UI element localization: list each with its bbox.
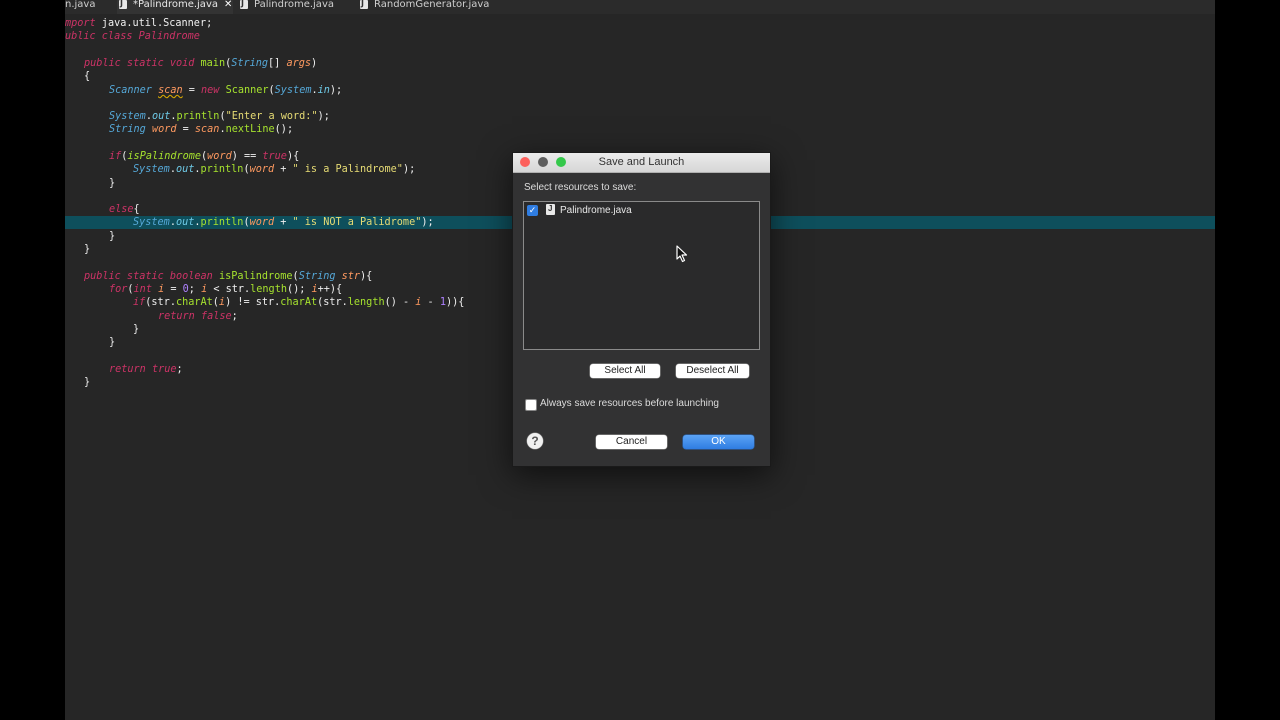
code-line: ublic class Palindrome — [65, 31, 200, 42]
help-icon[interactable]: ? — [527, 433, 543, 449]
select-all-button[interactable]: Select All — [590, 364, 660, 378]
mouse-pointer-icon — [676, 245, 688, 263]
java-file-icon — [240, 0, 248, 9]
close-icon[interactable]: ✕ — [224, 0, 232, 10]
tab-label: Palindrome.java — [254, 0, 334, 10]
resource-checkbox[interactable]: ✓ — [527, 205, 538, 216]
resource-list[interactable]: ✓ Palindrome.java — [523, 201, 760, 350]
code-line: public static void main(String[] args) — [84, 58, 318, 69]
code-line: mport java.util.Scanner; — [65, 18, 213, 29]
code-line: { — [84, 71, 91, 82]
tab-palindrome[interactable]: Palindrome.java — [240, 0, 334, 14]
save-and-launch-dialog: Save and Launch Select resources to save… — [512, 152, 771, 467]
code-line: Scanner scan = new Scanner(System.in); — [109, 85, 343, 96]
code-line: String word = scan.nextLine(); — [109, 124, 294, 135]
dialog-titlebar[interactable]: Save and Launch — [513, 153, 770, 173]
tab-label: RandomGenerator.java — [374, 0, 490, 10]
always-save-checkbox[interactable] — [525, 399, 537, 411]
editor-tab-bar: n.java *Palindrome.java ✕ Palindrome.java… — [65, 0, 1215, 14]
ok-button[interactable]: OK — [683, 435, 754, 449]
tab-label: n.java — [65, 0, 96, 10]
cancel-button[interactable]: Cancel — [596, 435, 667, 449]
dialog-title: Save and Launch — [598, 156, 685, 168]
deselect-all-button[interactable]: Deselect All — [676, 364, 749, 378]
tab-random-generator[interactable]: RandomGenerator.java — [360, 0, 489, 14]
resources-label: Select resources to save: — [524, 182, 637, 193]
code-line: System.out.println("Enter a word:"); — [109, 111, 330, 122]
always-save-label: Always save resources before launching — [540, 398, 719, 409]
java-file-icon — [119, 0, 127, 9]
tab-partial-java[interactable]: n.java — [65, 0, 95, 14]
tab-palindrome-modified[interactable]: *Palindrome.java ✕ — [117, 0, 233, 14]
java-file-icon — [546, 204, 555, 215]
resource-name: Palindrome.java — [560, 205, 632, 216]
tab-label: *Palindrome.java — [133, 0, 218, 10]
java-file-icon — [360, 0, 368, 9]
